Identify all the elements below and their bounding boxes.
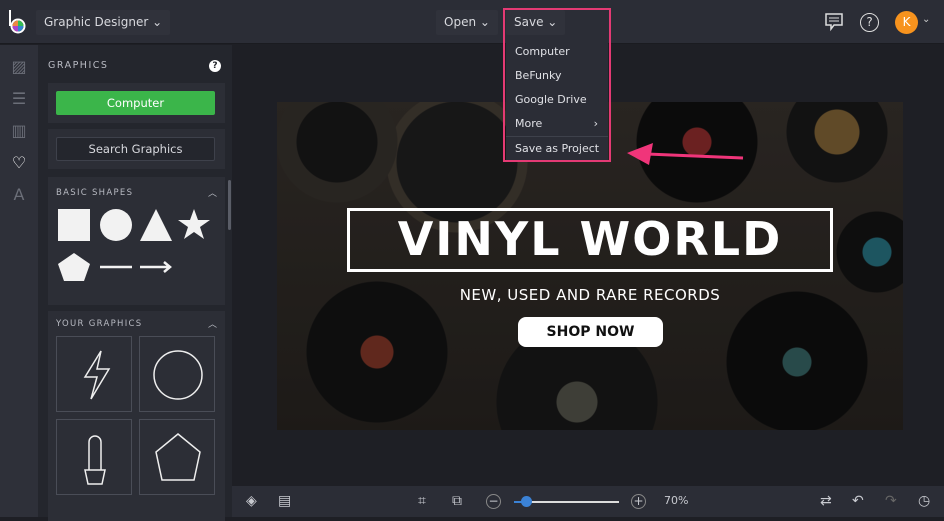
- layers-icon[interactable]: ◈: [246, 493, 257, 509]
- image-icon[interactable]: ▨: [10, 58, 28, 76]
- arrow-shape[interactable]: [140, 261, 172, 273]
- panel-title: GRAPHICS: [48, 60, 109, 71]
- open-label: Open: [444, 15, 477, 29]
- search-box: Search Graphics: [48, 129, 225, 169]
- collapse-icon[interactable]: ︿: [208, 317, 217, 330]
- square-shape[interactable]: [58, 209, 90, 241]
- save-button[interactable]: Save ⌄: [506, 10, 566, 35]
- circle-shape[interactable]: [100, 209, 132, 241]
- bottom-toolbar: ◈ ▤ ⌗ ⧉ − + 70% ⇄ ↶ ↷ ◷: [232, 486, 944, 517]
- save-menu-befunky[interactable]: BeFunky: [506, 64, 608, 88]
- tool-rail: ▨ ☰ ▥ ♡ A: [0, 45, 38, 517]
- layout-icon[interactable]: ▥: [10, 122, 28, 140]
- pentagon-shape[interactable]: [58, 253, 90, 281]
- zoom-out-button[interactable]: −: [486, 494, 501, 509]
- swap-icon[interactable]: ⇄: [820, 493, 832, 509]
- comments-icon[interactable]: [824, 12, 844, 32]
- triangle-shape[interactable]: [140, 209, 172, 241]
- headline-text[interactable]: VINYL WORLD: [347, 208, 833, 272]
- computer-button[interactable]: Computer: [56, 91, 215, 115]
- redo-icon[interactable]: ↷: [885, 493, 897, 509]
- open-button[interactable]: Open ⌄: [436, 10, 498, 35]
- subheadline-text[interactable]: NEW, USED AND RARE RECORDS: [277, 286, 903, 304]
- heart-icon[interactable]: ♡: [10, 154, 28, 172]
- zoom-slider-handle[interactable]: [521, 496, 532, 507]
- zoom-in-button[interactable]: +: [631, 494, 646, 509]
- save-menu-computer[interactable]: Computer: [506, 40, 608, 64]
- graphic-lightning[interactable]: [56, 336, 132, 412]
- help-icon[interactable]: ?: [209, 60, 221, 72]
- shop-now-button[interactable]: SHOP NOW: [518, 317, 663, 347]
- app-menu-dropdown[interactable]: Graphic Designer ⌄: [36, 10, 171, 35]
- save-dropdown-menu: Computer BeFunky Google Drive More › Save…: [506, 40, 608, 160]
- panel-scrollbar[interactable]: [228, 180, 231, 230]
- graphic-terrarium[interactable]: [139, 419, 215, 495]
- save-menu-google-drive[interactable]: Google Drive: [506, 88, 608, 112]
- account-chevron-icon[interactable]: ⌄: [922, 14, 930, 25]
- fit-screen-icon[interactable]: ⌗: [418, 493, 426, 509]
- save-label: Save: [514, 15, 544, 29]
- save-menu-more[interactable]: More ›: [506, 112, 608, 136]
- top-bar: Graphic Designer ⌄ Open ⌄ Save ⌄ ? K ⌄: [0, 0, 944, 44]
- zoom-level: 70%: [664, 494, 689, 507]
- your-graphics-heading: YOUR GRAPHICS: [56, 319, 143, 329]
- befunky-logo[interactable]: [8, 10, 28, 34]
- avatar[interactable]: K: [895, 11, 918, 34]
- chevron-right-icon: ›: [593, 117, 598, 130]
- history-icon[interactable]: ◷: [918, 493, 930, 509]
- graphic-cactus[interactable]: [56, 419, 132, 495]
- text-icon[interactable]: A: [10, 186, 28, 204]
- basic-shapes-section: BASIC SHAPES ︿: [48, 177, 225, 305]
- adjust-icon[interactable]: ☰: [10, 90, 28, 108]
- template-icon[interactable]: ▤: [278, 493, 291, 509]
- your-graphics-section: YOUR GRAPHICS ︿: [48, 311, 225, 521]
- app-menu-label: Graphic Designer: [44, 15, 149, 29]
- collapse-icon[interactable]: ︿: [208, 186, 217, 199]
- annotation-arrow-icon: [627, 143, 744, 165]
- help-icon[interactable]: ?: [860, 13, 879, 32]
- star-shape[interactable]: [178, 209, 210, 239]
- zoom-slider[interactable]: [514, 496, 619, 507]
- search-graphics-button[interactable]: Search Graphics: [56, 137, 215, 161]
- more-label: More: [515, 117, 543, 130]
- basic-shapes-heading: BASIC SHAPES: [56, 188, 134, 198]
- computer-box: Computer: [48, 83, 225, 123]
- undo-icon[interactable]: ↶: [852, 493, 864, 509]
- shapes-grid: [58, 209, 210, 281]
- graphic-circle-arrows[interactable]: [139, 336, 215, 412]
- save-menu-save-as-project[interactable]: Save as Project: [506, 136, 608, 160]
- actual-size-icon[interactable]: ⧉: [452, 493, 462, 509]
- graphics-panel: GRAPHICS ? Computer Search Graphics BASI…: [38, 45, 232, 521]
